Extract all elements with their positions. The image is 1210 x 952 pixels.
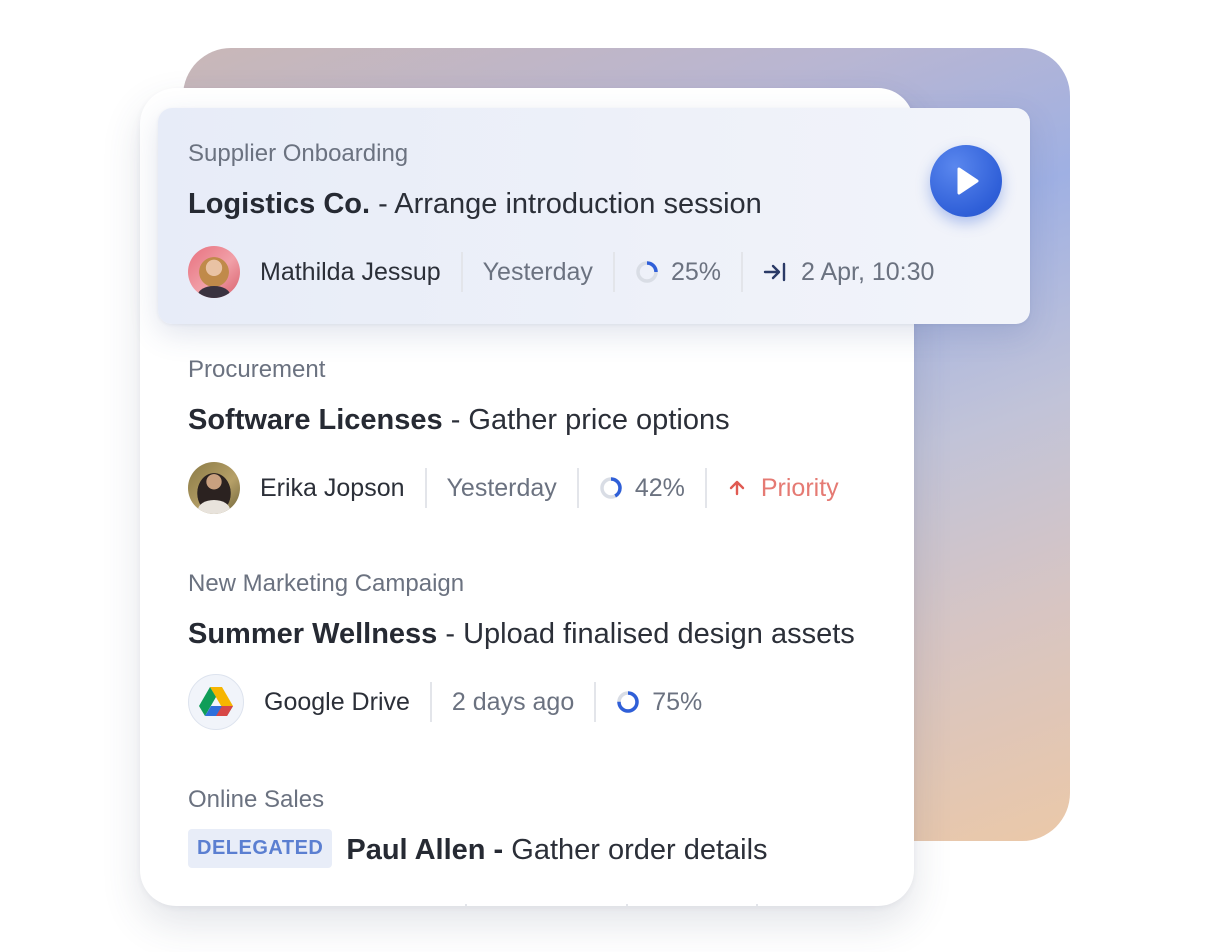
- drive-logo-glyph: [199, 687, 233, 716]
- progress-indicator: 42%: [599, 474, 685, 503]
- divider: [756, 904, 758, 906]
- progress-ring-icon: [617, 691, 639, 713]
- divider: [460, 252, 463, 292]
- progress-ring-icon: [600, 477, 622, 499]
- task-title-bold: Paul Allen -: [346, 834, 504, 867]
- arrow-to-line-icon: [763, 262, 786, 282]
- assignee-name: Google Drive: [264, 687, 410, 716]
- assignee-name: Erika Jopson: [260, 473, 405, 502]
- due-label: 2 Apr, 10:30: [800, 257, 935, 286]
- arrow-up-icon: [729, 480, 745, 496]
- task-category: Supplier Onboarding: [188, 140, 409, 167]
- task-meta-row: Mathilda Jessup Yesterday 25% 2 Apr, 10:…: [188, 244, 934, 300]
- task-title-rest: - Upload finalised design assets: [437, 618, 855, 650]
- progress-ring-icon: [636, 261, 658, 283]
- updated-time: Yesterday: [446, 473, 557, 502]
- updated-time: 2 days ago: [451, 687, 575, 716]
- updated-time: Yesterday: [482, 257, 593, 286]
- task-category: Procurement: [188, 356, 326, 383]
- task-title-rest: Gather order details: [503, 834, 768, 867]
- divider: [594, 682, 597, 722]
- priority-flag[interactable]: Priority: [727, 474, 839, 503]
- divider: [704, 468, 707, 508]
- divider: [626, 904, 628, 906]
- avatar[interactable]: [188, 246, 240, 298]
- task-title-bold: Summer Wellness: [188, 618, 438, 650]
- delegated-badge: DELEGATED: [188, 829, 333, 868]
- avatar[interactable]: [188, 462, 240, 514]
- divider: [740, 252, 743, 292]
- divider: [429, 682, 432, 722]
- play-icon: [957, 167, 979, 195]
- task-title-rest: - Arrange introduction session: [370, 188, 762, 220]
- progress-label: 42%: [634, 473, 685, 502]
- progress-label: 75%: [652, 687, 703, 716]
- task-item-supplier-onboarding[interactable]: Supplier Onboarding Logistics Co. - Arra…: [158, 108, 1030, 324]
- task-meta-row: Google Drive 2 days ago 75%: [188, 674, 722, 730]
- google-drive-icon[interactable]: [188, 674, 244, 730]
- play-button[interactable]: [930, 145, 1002, 217]
- due-date[interactable]: 2 Apr, 10:30: [763, 258, 934, 287]
- divider: [612, 252, 615, 292]
- progress-indicator: 75%: [616, 688, 702, 717]
- task-title-rest: - Gather price options: [442, 404, 730, 436]
- divider: [465, 904, 467, 906]
- task-category: Online Sales: [188, 786, 325, 813]
- task-category: New Marketing Campaign: [188, 570, 465, 597]
- avatar[interactable]: [216, 905, 250, 906]
- task-title-bold: Software Licenses: [188, 404, 443, 436]
- task-title[interactable]: Summer Wellness - Upload finalised desig…: [188, 618, 855, 651]
- task-meta-row: Erika Jopson Yesterday 42% Priority: [188, 460, 839, 516]
- progress-indicator: 25%: [635, 258, 721, 287]
- task-title[interactable]: Software Licenses - Gather price options: [188, 404, 730, 437]
- divider: [424, 468, 427, 508]
- task-title-bold: Logistics Co.: [188, 188, 371, 220]
- task-meta-row: [188, 894, 758, 906]
- task-title[interactable]: DELEGATED Paul Allen - Gather order detai…: [188, 829, 768, 871]
- assignee-name: Mathilda Jessup: [260, 257, 441, 286]
- progress-label: 25%: [670, 257, 721, 286]
- divider: [576, 468, 579, 508]
- task-title[interactable]: Logistics Co. - Arrange introduction ses…: [188, 188, 762, 221]
- priority-label: Priority: [760, 473, 839, 502]
